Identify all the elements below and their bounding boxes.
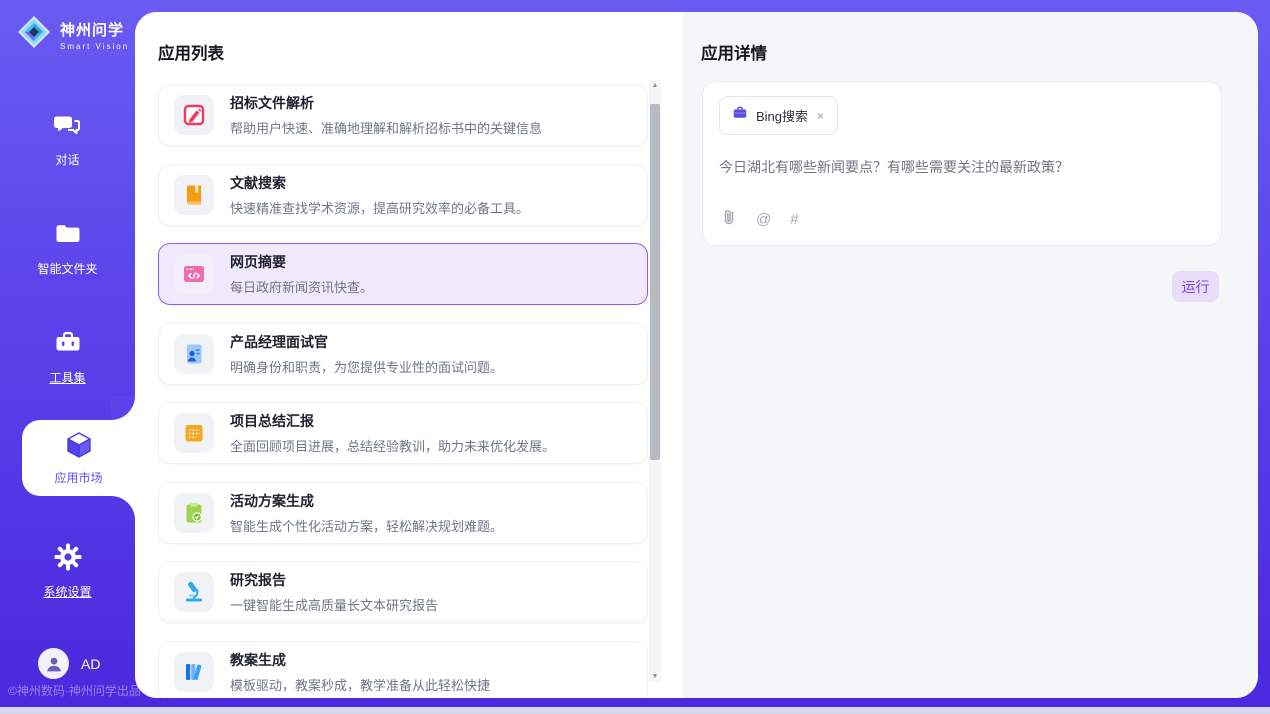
app-card-title: 教案生成 — [230, 650, 490, 670]
tab-curve-bottom — [111, 496, 135, 520]
main-content: 应用列表 招标文件解析 帮助用户快速、准确地理解和解析招标书中的关键信息 — [135, 12, 1258, 698]
app-card-desc: 模板驱动，教案秒成，教学准备从此轻松快捷 — [230, 675, 490, 694]
app-detail-title: 应用详情 — [701, 40, 767, 64]
app-card-literature-search[interactable]: 文献搜索 快速精准查找学术资源，提高研究效率的必备工具。 — [158, 164, 648, 226]
person-doc-icon — [174, 334, 214, 374]
app-card-title: 产品经理面试官 — [230, 332, 503, 352]
app-list-panel: 应用列表 招标文件解析 帮助用户快速、准确地理解和解析招标书中的关键信息 — [135, 12, 683, 698]
sidebar-item-label: 应用市场 — [54, 469, 102, 486]
tab-curve-top — [111, 396, 135, 420]
tool-chip-bing-search[interactable]: Bing搜索 × — [719, 96, 838, 135]
mention-icon[interactable]: @ — [756, 211, 771, 228]
scrollbar[interactable]: ▲ ▼ — [649, 80, 661, 682]
folder-icon — [53, 219, 83, 254]
scroll-down-icon[interactable]: ▼ — [649, 673, 661, 680]
run-button[interactable]: 运行 — [1172, 271, 1219, 302]
sidebar-item-label: 对话 — [55, 151, 79, 168]
scrollbar-thumb[interactable] — [650, 104, 660, 460]
app-card-title: 网页摘要 — [230, 252, 373, 272]
hash-icon[interactable]: # — [790, 211, 798, 228]
copyright-text: ©神州数码·神州问学出品 — [8, 682, 141, 699]
app-card-desc: 每日政府新闻资讯快查。 — [230, 277, 373, 296]
app-card-title: 活动方案生成 — [230, 491, 503, 511]
books-icon — [174, 652, 214, 692]
book-icon — [174, 175, 214, 215]
user-name: AD — [81, 656, 100, 672]
cube-icon — [64, 430, 94, 465]
logo-diamond-icon — [16, 14, 52, 55]
chat-icon — [53, 110, 83, 145]
logo-subtitle: Smart Vision — [60, 42, 129, 51]
app-card-desc: 智能生成个性化活动方案，轻松解决规划难题。 — [230, 516, 503, 535]
app-list: 招标文件解析 帮助用户快速、准确地理解和解析招标书中的关键信息 文献搜索 — [158, 84, 648, 698]
clipboard-check-icon — [174, 493, 214, 533]
avatar — [38, 648, 69, 679]
app-card-title: 文献搜索 — [230, 173, 529, 193]
app-card-title: 研究报告 — [230, 570, 438, 590]
prompt-input[interactable]: 今日湖北有哪些新闻要点？有哪些需要关注的最新政策？ — [719, 157, 1205, 178]
sidebar: 神州问学 Smart Vision 对话 智能文件夹 — [0, 0, 135, 707]
sidebar-item-label: 智能文件夹 — [37, 260, 97, 277]
bottom-strip — [0, 707, 1270, 714]
prompt-card: Bing搜索 × 今日湖北有哪些新闻要点？有哪些需要关注的最新政策？ @ # — [702, 81, 1222, 246]
browser-code-icon — [174, 254, 214, 294]
app-card-project-summary[interactable]: 项目总结汇报 全面回顾项目进展，总结经验教训，助力未来优化发展。 — [158, 402, 648, 464]
app-card-pm-interviewer[interactable]: 产品经理面试官 明确身份和职责，为您提供专业性的面试问题。 — [158, 323, 648, 385]
app-card-title: 项目总结汇报 — [230, 411, 555, 431]
toolbox-icon — [53, 328, 83, 363]
app-card-research-report[interactable]: 研究报告 一键智能生成高质量长文本研究报告 — [158, 561, 648, 623]
paperclip-icon[interactable] — [721, 208, 737, 231]
app-card-title: 招标文件解析 — [230, 93, 542, 113]
user-account[interactable]: AD — [38, 648, 100, 679]
sidebar-item-app-market[interactable]: 应用市场 — [22, 420, 135, 496]
tool-chip-label: Bing搜索 — [756, 106, 808, 125]
sidebar-item-label: 系统设置 — [43, 583, 91, 600]
composer-toolbar: @ # — [721, 208, 799, 231]
logo-title: 神州问学 — [60, 19, 129, 40]
doc-edit-icon — [174, 95, 214, 135]
app-card-desc: 明确身份和职责，为您提供专业性的面试问题。 — [230, 357, 503, 376]
sidebar-item-settings[interactable]: 系统设置 — [0, 542, 135, 600]
gear-icon — [53, 542, 83, 577]
sidebar-item-smart-folders[interactable]: 智能文件夹 — [0, 219, 135, 277]
app-card-lesson-plan[interactable]: 教案生成 模板驱动，教案秒成，教学准备从此轻松快捷 — [158, 641, 648, 699]
app-card-web-summary[interactable]: 网页摘要 每日政府新闻资讯快查。 — [158, 243, 648, 305]
app-logo: 神州问学 Smart Vision — [16, 14, 129, 55]
microscope-icon — [174, 572, 214, 612]
app-card-bid-parse[interactable]: 招标文件解析 帮助用户快速、准确地理解和解析招标书中的关键信息 — [158, 84, 648, 146]
scroll-up-icon[interactable]: ▲ — [649, 82, 661, 89]
app-card-desc: 快速精准查找学术资源，提高研究效率的必备工具。 — [230, 198, 529, 217]
briefcase-icon — [732, 105, 748, 126]
sidebar-item-chat[interactable]: 对话 — [0, 110, 135, 168]
sidebar-item-label: 工具集 — [49, 369, 85, 386]
app-window: 神州问学 Smart Vision 对话 智能文件夹 — [0, 0, 1270, 714]
app-card-desc: 帮助用户快速、准确地理解和解析招标书中的关键信息 — [230, 118, 542, 137]
notepad-icon — [174, 413, 214, 453]
app-card-activity-plan[interactable]: 活动方案生成 智能生成个性化活动方案，轻松解决规划难题。 — [158, 482, 648, 544]
app-card-desc: 一键智能生成高质量长文本研究报告 — [230, 595, 438, 614]
app-list-title: 应用列表 — [158, 40, 224, 64]
close-icon[interactable]: × — [816, 109, 825, 123]
app-card-desc: 全面回顾项目进展，总结经验教训，助力未来优化发展。 — [230, 436, 555, 455]
app-detail-panel: 应用详情 Bing搜索 × 今日湖北有哪些新闻要点？有哪些需要关注的最新政策？ — [683, 12, 1258, 698]
sidebar-item-toolset[interactable]: 工具集 — [0, 328, 135, 386]
